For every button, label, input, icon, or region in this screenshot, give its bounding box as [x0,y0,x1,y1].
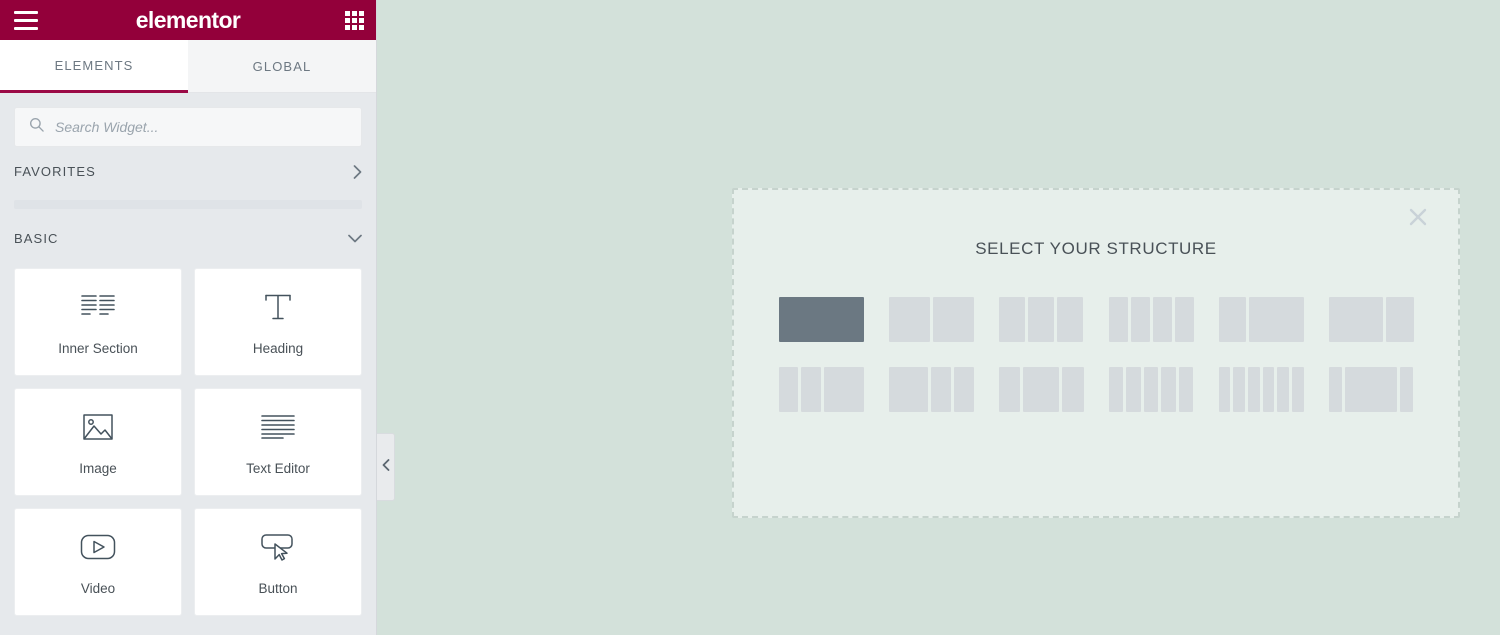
structure-preset-three-columns[interactable] [998,297,1084,342]
tab-elements[interactable]: ELEMENTS [0,40,188,93]
widget-button-label: Button [258,580,298,596]
structure-preset-wide-narrow-narrow[interactable] [888,367,974,412]
widget-button[interactable]: Button [194,508,362,616]
video-play-icon [80,529,116,565]
preset-column [932,297,974,342]
preset-column [1277,367,1289,412]
elementor-editor: elementor ELEMENTS GLOBAL Search Widget.… [0,0,1500,635]
widget-text-editor-label: Text Editor [246,460,310,476]
preset-column [778,297,864,342]
image-icon [82,409,114,445]
preset-column [1328,367,1343,412]
preset-column [953,367,974,412]
preset-column [1328,297,1384,342]
structure-preset-two-columns[interactable] [888,297,974,342]
structure-preset-narrow-narrow-wide[interactable] [778,367,864,412]
preset-column [1161,367,1176,412]
preset-column [1108,297,1128,342]
panel-header: elementor [0,0,376,40]
preset-column [888,297,930,342]
preset-column [1291,367,1304,412]
preset-column [1022,367,1060,412]
hamburger-icon[interactable] [12,6,40,34]
preset-column [1178,367,1194,412]
panel-collapse-handle[interactable] [377,433,395,501]
structure-preset-grid [734,297,1458,412]
button-cursor-icon [260,529,296,565]
tab-elements-label: ELEMENTS [54,57,134,73]
editor-canvas: SELECT YOUR STRUCTURE [377,0,1500,635]
text-editor-icon [261,409,295,445]
preset-column [1345,367,1397,412]
structure-preset-left-third-right-two-thirds[interactable] [1218,297,1304,342]
tab-global[interactable]: GLOBAL [188,40,376,93]
preset-column [1027,297,1055,342]
structure-preset-left-two-thirds-right-third[interactable] [1328,297,1414,342]
select-structure-panel: SELECT YOUR STRUCTURE [732,188,1460,518]
preset-column [1057,297,1084,342]
preset-column [1062,367,1084,412]
preset-column [778,367,799,412]
widget-inner-section[interactable]: Inner Section [14,268,182,376]
preset-column [1174,297,1194,342]
widget-text-editor[interactable]: Text Editor [194,388,362,496]
widget-video[interactable]: Video [14,508,182,616]
category-basic-label: BASIC [14,231,59,246]
preset-column [824,367,864,412]
heading-t-icon [262,289,294,325]
structure-preset-narrow-wide-narrow[interactable] [998,367,1084,412]
widget-inner-section-label: Inner Section [58,340,138,356]
structure-panel-title: SELECT YOUR STRUCTURE [975,239,1217,258]
close-x-icon[interactable] [1403,202,1433,232]
chevron-left-icon [382,458,390,476]
structure-preset-six-columns[interactable] [1218,367,1304,412]
panel-content: FAVORITES BASIC [0,93,376,635]
preset-column [1218,297,1246,342]
preset-column [1399,367,1414,412]
preset-column [1247,367,1260,412]
preset-column [1233,367,1245,412]
preset-column [1152,297,1172,342]
widget-image[interactable]: Image [14,388,182,496]
widget-list: Inner Section Heading Image Text Editor … [14,268,362,616]
structure-preset-five-columns[interactable] [1108,367,1194,412]
search-icon [29,117,44,137]
preset-column [888,367,928,412]
panel-tabs: ELEMENTS GLOBAL [0,40,376,93]
tab-global-label: GLOBAL [252,58,312,74]
structure-preset-thin-wide-thin[interactable] [1328,367,1414,412]
chevron-down-icon [348,234,362,243]
preset-column [998,367,1020,412]
category-favorites[interactable]: FAVORITES [14,147,362,196]
preset-column [1218,367,1231,412]
preset-column [931,367,951,412]
structure-preset-one-column[interactable] [778,297,864,342]
structure-preset-four-columns[interactable] [1108,297,1194,342]
widget-video-label: Video [80,580,116,596]
elementor-logo: elementor [135,6,241,33]
preset-column [1262,367,1275,412]
preset-column [998,297,1025,342]
preset-column [1386,297,1414,342]
chevron-right-icon [353,164,362,179]
search-input[interactable] [55,119,347,135]
preset-column [1143,367,1159,412]
widget-heading-label: Heading [252,340,304,356]
search-widget-box[interactable] [14,107,362,147]
preset-column [801,367,821,412]
preset-column [1126,367,1141,412]
preset-column [1248,297,1304,342]
category-basic[interactable]: BASIC [14,214,362,263]
inner-section-icon [81,289,115,325]
category-favorites-label: FAVORITES [14,164,96,179]
grid-apps-icon[interactable] [345,10,364,30]
widget-image-label: Image [79,460,117,476]
preset-column [1108,367,1124,412]
preset-column [1130,297,1150,342]
widget-panel-sidebar: elementor ELEMENTS GLOBAL Search Widget.… [0,0,377,635]
panel-divider [14,200,362,209]
widget-heading[interactable]: Heading [194,268,362,376]
